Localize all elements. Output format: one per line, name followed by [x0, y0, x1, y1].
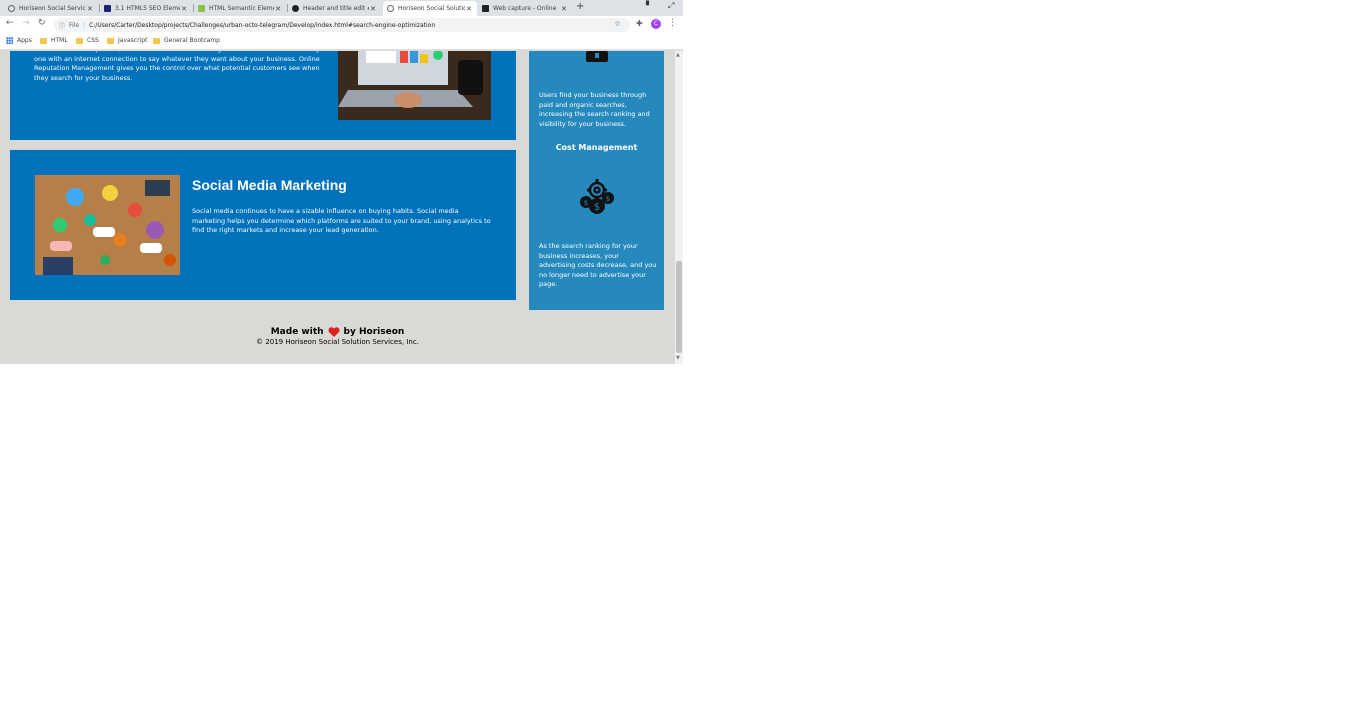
bookmark-folder-general-bootcamp[interactable]: General Bootcamp [153, 37, 220, 44]
bookmark-folder-javascript[interactable]: Javascript [107, 37, 147, 44]
bookmark-apps[interactable]: Apps [6, 37, 32, 44]
tab-title: Web capture - Online [493, 5, 557, 12]
tab-title: Horiseon Social Solution [398, 5, 465, 12]
cost-management-text: As the search ranking for your business … [539, 242, 657, 288]
browser-window: Horiseon Social Services ✕ 3.1 HTML5 SEO… [0, 0, 683, 364]
restore-window-icon[interactable]: ▘ [646, 1, 652, 10]
tab-html-semantic[interactable]: HTML Semantic Elements ✕ [194, 1, 286, 16]
svg-text:$: $ [606, 195, 610, 203]
page-footer: Made with by Horiseon © 2019 Horiseon So… [0, 327, 675, 346]
tab-horiseon-services[interactable]: Horiseon Social Services ✕ [4, 1, 98, 16]
tab-horiseon-solution[interactable]: Horiseon Social Solution ✕ [383, 1, 477, 16]
close-icon[interactable]: ✕ [86, 5, 94, 13]
footer-by: by Horiseon [343, 327, 405, 337]
social-media-marketing-card: Social Media Marketing Social media cont… [10, 150, 516, 300]
page-scrollbar[interactable]: ▲ ▼ [675, 51, 683, 364]
new-tab-button[interactable]: + [576, 1, 584, 12]
tab-web-capture[interactable]: Web capture - Online ✕ [478, 1, 572, 16]
laptop-image [338, 51, 491, 120]
extensions-icon[interactable]: ✚ [636, 19, 643, 28]
scrollbar-thumb[interactable] [676, 261, 682, 353]
profile-avatar[interactable]: C [651, 19, 661, 29]
url-text: C:/Users/Carter/Desktop/projects/Challen… [89, 21, 436, 29]
close-icon[interactable]: ✕ [369, 5, 377, 13]
globe-icon [387, 5, 394, 12]
cost-management-heading: Cost Management [555, 143, 638, 152]
file-scheme-label: File [69, 21, 80, 29]
tab-github[interactable]: Header and title edit #1 ✕ [288, 1, 381, 16]
svg-text:$: $ [594, 202, 600, 213]
apps-grid-icon [6, 37, 13, 44]
cost-management-icon: $ $ $ [577, 178, 617, 218]
menu-icon[interactable]: ⋮ [668, 18, 677, 28]
online-reputation-management-card: The web is full of opinions, and some of… [10, 51, 516, 140]
folder-icon [153, 37, 160, 44]
tab-title: 3.1 HTML5 SEO Elements [115, 5, 180, 12]
folder-icon [76, 37, 83, 44]
footer-made-with: Made with [270, 327, 324, 337]
bookmark-folder-html[interactable]: HTML [40, 37, 68, 44]
folder-icon [40, 37, 47, 44]
tab-title: HTML Semantic Elements [209, 5, 274, 12]
tab-html5-seo[interactable]: 3.1 HTML5 SEO Elements ✕ [100, 1, 192, 16]
scroll-down-arrow-icon[interactable]: ▼ [676, 355, 680, 361]
expand-icon[interactable]: ⤢ [668, 1, 674, 11]
address-bar[interactable]: ⓘ File | C:/Users/Carter/Desktop/project… [54, 18, 630, 32]
search-benefit-text: Users find your business through paid an… [539, 91, 650, 128]
orm-description: The web is full of opinions, and some of… [34, 51, 320, 82]
close-icon[interactable]: ✕ [560, 5, 568, 13]
reload-icon[interactable]: ↻ [38, 18, 46, 28]
close-icon[interactable]: ✕ [180, 5, 188, 13]
social-media-image [35, 175, 180, 275]
page-content: The web is full of opinions, and some of… [0, 51, 675, 364]
folder-icon [107, 37, 114, 44]
close-icon[interactable]: ✕ [274, 5, 282, 13]
heart-icon [328, 327, 340, 337]
tab-title: Horiseon Social Services [19, 5, 86, 12]
scroll-up-arrow-icon[interactable]: ▲ [676, 52, 680, 58]
browser-toolbar: ← → ↻ ⓘ File | C:/Users/Carter/Desktop/p… [0, 16, 683, 34]
benefits-aside: Users find your business through paid an… [529, 51, 664, 310]
search-benefit-icon [585, 51, 609, 63]
site-icon [104, 5, 111, 12]
close-icon[interactable]: ✕ [465, 5, 473, 13]
back-icon[interactable]: ← [6, 18, 14, 28]
bookmark-star-icon[interactable]: ☆ [614, 19, 621, 28]
smm-description: Social media continues to have a sizable… [192, 207, 491, 234]
svg-text:$: $ [584, 199, 588, 207]
smm-heading: Social Media Marketing [192, 177, 347, 193]
footer-copyright: © 2019 Horiseon Social Solution Services… [256, 338, 419, 346]
tab-strip: Horiseon Social Services ✕ 3.1 HTML5 SEO… [0, 0, 683, 16]
info-icon[interactable]: ⓘ [59, 21, 65, 30]
bookmarks-bar: Apps HTML CSS Javascript General Bootcam… [0, 34, 683, 50]
forward-icon[interactable]: → [22, 18, 30, 28]
tab-title: Header and title edit #1 [303, 5, 369, 12]
github-icon [292, 5, 299, 12]
globe-icon [8, 5, 15, 12]
capture-icon [482, 5, 489, 12]
bookmark-folder-css[interactable]: CSS [76, 37, 99, 44]
site-icon [198, 5, 205, 12]
